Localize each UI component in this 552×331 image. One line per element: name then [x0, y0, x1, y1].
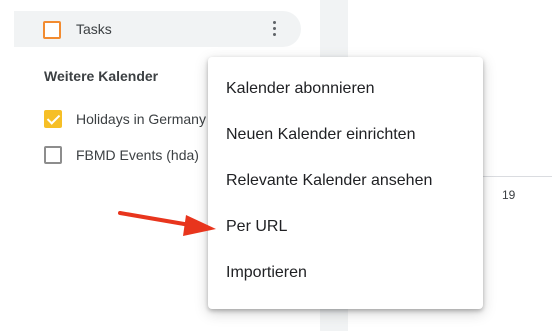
annotation-arrow-icon	[118, 211, 216, 236]
